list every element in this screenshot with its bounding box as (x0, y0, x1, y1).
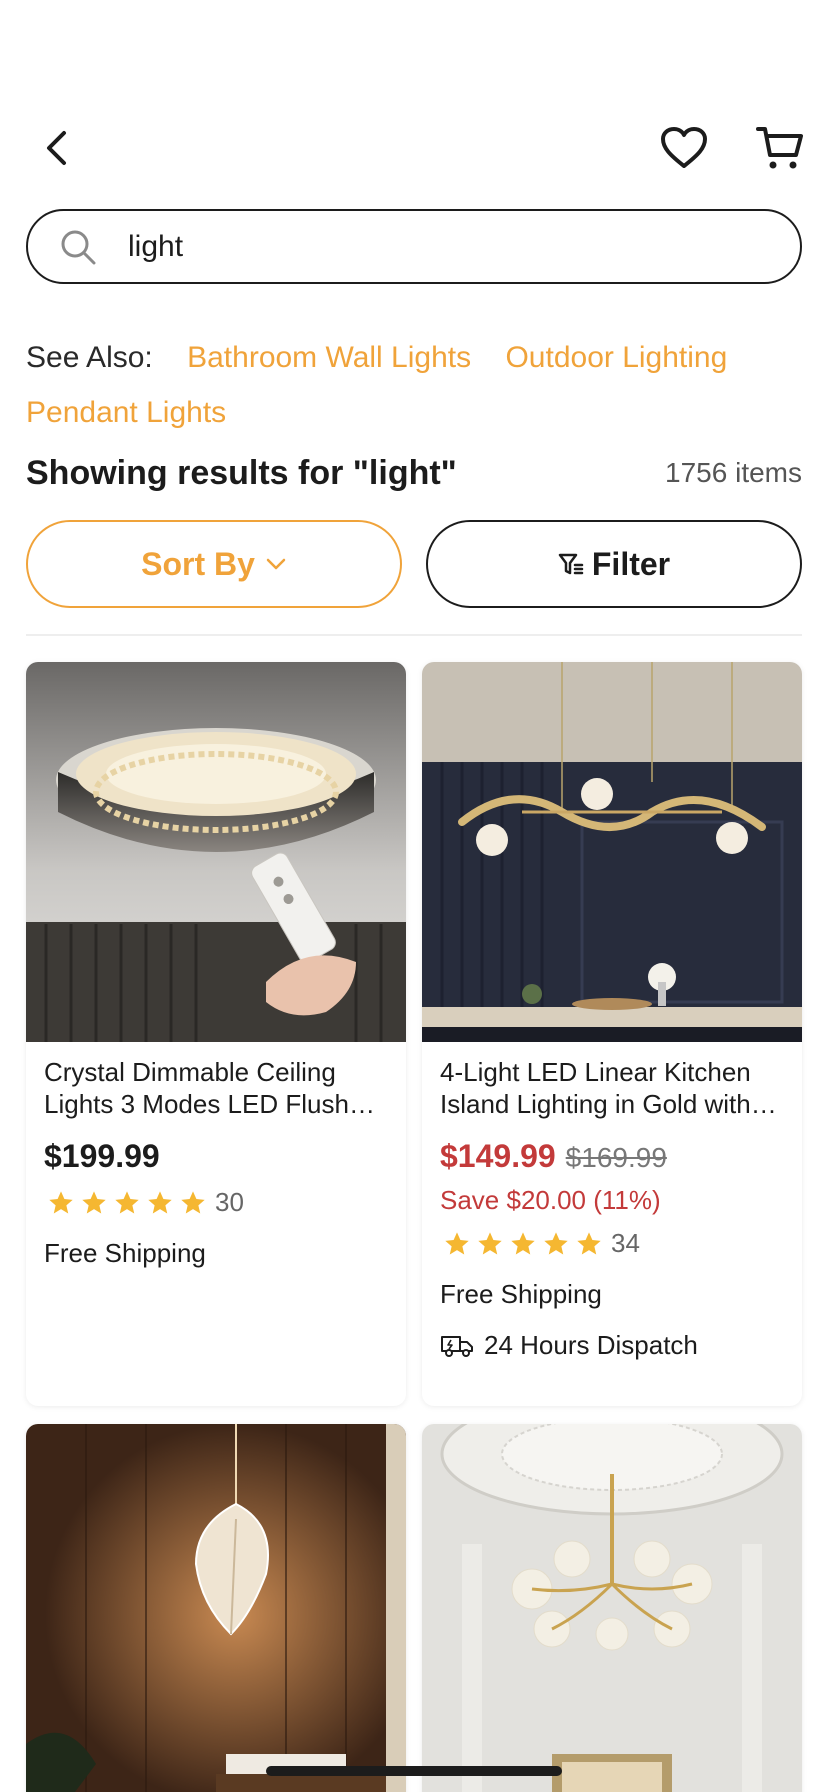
see-also-link-pendant-lights[interactable]: Pendant Lights (26, 396, 226, 429)
see-also: See Also: Bathroom Wall Lights Outdoor L… (26, 330, 806, 440)
chevron-down-icon (265, 557, 287, 571)
star-icon (539, 1229, 572, 1259)
cart-icon (756, 125, 804, 176)
results-title: Showing results for "light" (26, 453, 457, 492)
see-also-label: See Also: (26, 341, 153, 374)
search-bar[interactable] (26, 209, 802, 284)
rating-stars (44, 1188, 209, 1218)
shipping-info: Free Shipping (44, 1238, 206, 1268)
product-name[interactable]: 4-Light LED Linear Kitchen Island Lighti… (440, 1056, 784, 1120)
wishlist-button[interactable] (656, 126, 712, 174)
product-card[interactable] (422, 1424, 802, 1792)
cart-button[interactable] (752, 126, 808, 174)
search-input[interactable] (128, 229, 728, 264)
filter-button[interactable]: Filter (426, 520, 802, 608)
filter-label: Filter (591, 545, 671, 582)
product-card[interactable]: 4-Light LED Linear Kitchen Island Lighti… (422, 662, 802, 1406)
product-price: $149.99 (440, 1138, 556, 1174)
product-price: $199.99 (44, 1138, 160, 1174)
sort-by-button[interactable]: Sort By (26, 520, 402, 608)
sort-by-label: Sort By (141, 545, 255, 582)
search-icon (58, 227, 98, 267)
star-icon (506, 1229, 539, 1259)
product-image (422, 1424, 802, 1792)
product-image (26, 1424, 406, 1792)
star-icon (110, 1188, 143, 1218)
product-rating: 30 (44, 1187, 388, 1218)
truck-icon (440, 1333, 476, 1359)
star-icon (572, 1229, 605, 1259)
results-count: 1756 items (665, 457, 802, 488)
star-icon (77, 1188, 110, 1218)
results-header: Showing results for "light" 1756 items (26, 448, 802, 498)
status-bar (0, 0, 828, 110)
star-icon (143, 1188, 176, 1218)
star-icon (473, 1229, 506, 1259)
product-rating: 34 (440, 1228, 784, 1259)
rating-count: 34 (611, 1228, 640, 1258)
filter-icon (558, 551, 584, 577)
product-card[interactable]: Crystal Dimmable Ceiling Lights 3 Modes … (26, 662, 406, 1406)
shipping-info: Free Shipping (440, 1279, 602, 1309)
chevron-left-icon (42, 129, 70, 172)
back-button[interactable] (36, 126, 76, 174)
heart-icon (660, 126, 708, 175)
star-icon (44, 1188, 77, 1218)
dispatch-label: 24 Hours Dispatch (484, 1330, 698, 1360)
product-original-price: $169.99 (565, 1142, 667, 1173)
divider (26, 634, 802, 636)
dispatch-info: 24 Hours Dispatch (440, 1330, 784, 1361)
star-icon (176, 1188, 209, 1218)
see-also-link-outdoor-lighting[interactable]: Outdoor Lighting (505, 341, 727, 374)
home-indicator (266, 1766, 562, 1776)
see-also-link-bathroom-wall-lights[interactable]: Bathroom Wall Lights (187, 341, 471, 374)
product-image (422, 662, 802, 1042)
star-icon (440, 1229, 473, 1259)
product-savings: Save $20.00 (11%) (440, 1185, 661, 1215)
product-image (26, 662, 406, 1042)
rating-stars (440, 1229, 605, 1259)
rating-count: 30 (215, 1187, 244, 1217)
product-card[interactable] (26, 1424, 406, 1792)
top-nav (0, 120, 828, 180)
product-name[interactable]: Crystal Dimmable Ceiling Lights 3 Modes … (44, 1056, 388, 1120)
